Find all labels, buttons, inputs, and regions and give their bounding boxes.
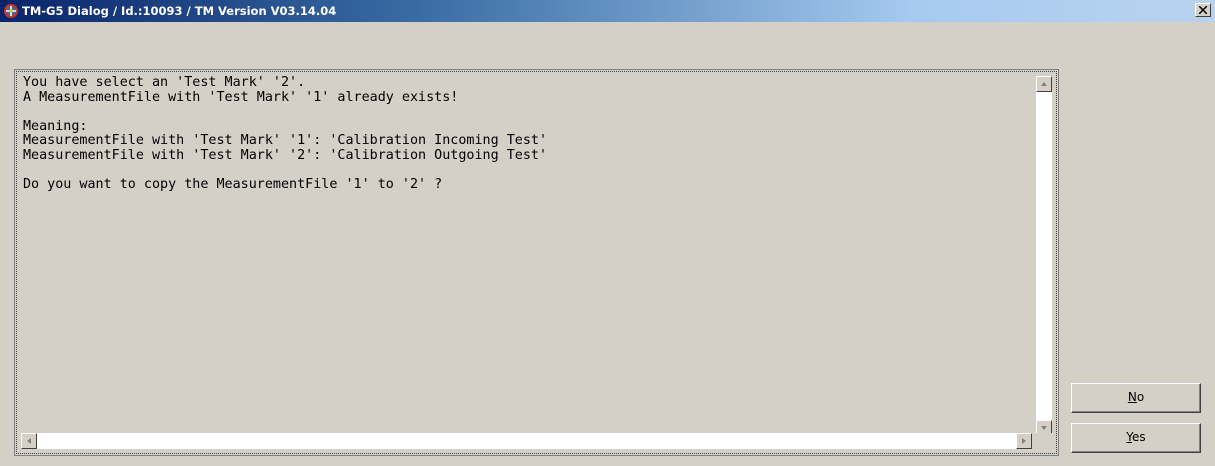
window-title: TM-G5 Dialog / Id.:10093 / TM Version V0… xyxy=(22,4,337,18)
message-line: MeasurementFile with 'Test Mark' '1': 'C… xyxy=(23,133,548,148)
no-button-accel: N xyxy=(1127,390,1137,404)
vertical-scrollbar[interactable] xyxy=(1036,76,1052,436)
dialog-window: TM-G5 Dialog / Id.:10093 / TM Version V0… xyxy=(0,0,1215,466)
yes-button[interactable]: Yes xyxy=(1071,423,1201,453)
scroll-left-button[interactable] xyxy=(21,433,37,449)
title-bar[interactable]: TM-G5 Dialog / Id.:10093 / TM Version V0… xyxy=(0,0,1215,22)
message-line: Do you want to copy the MeasurementFile … xyxy=(23,176,443,192)
message-line: You have select an 'Test Mark' '2'. xyxy=(23,76,306,90)
scroll-corner xyxy=(1036,433,1052,449)
scroll-left-arrow-icon xyxy=(27,438,31,444)
close-icon xyxy=(1199,6,1207,14)
message-line: ​ xyxy=(23,105,1033,120)
message-line: Meaning: xyxy=(23,118,88,134)
scroll-down-arrow-icon xyxy=(1041,426,1047,430)
message-line: ​ xyxy=(23,163,1033,178)
yes-button-label: es xyxy=(1132,430,1146,444)
no-button[interactable]: No xyxy=(1071,383,1201,413)
message-frame: You have select an 'Test Mark' '2'. A Mea… xyxy=(14,69,1059,456)
horizontal-scrollbar[interactable] xyxy=(21,433,1032,449)
no-button-label: o xyxy=(1136,390,1145,404)
scroll-right-arrow-icon xyxy=(1022,438,1026,444)
close-button[interactable] xyxy=(1195,3,1211,17)
scroll-up-button[interactable] xyxy=(1036,76,1052,92)
message-text[interactable]: You have select an 'Test Mark' '2'. A Mea… xyxy=(23,76,1033,428)
app-logo-icon[interactable] xyxy=(3,3,19,19)
message-line: MeasurementFile with 'Test Mark' '2': 'C… xyxy=(23,147,548,163)
message-line: A MeasurementFile with 'Test Mark' '1' a… xyxy=(23,89,459,105)
scroll-up-arrow-icon xyxy=(1041,82,1047,86)
scroll-right-button[interactable] xyxy=(1016,433,1032,449)
